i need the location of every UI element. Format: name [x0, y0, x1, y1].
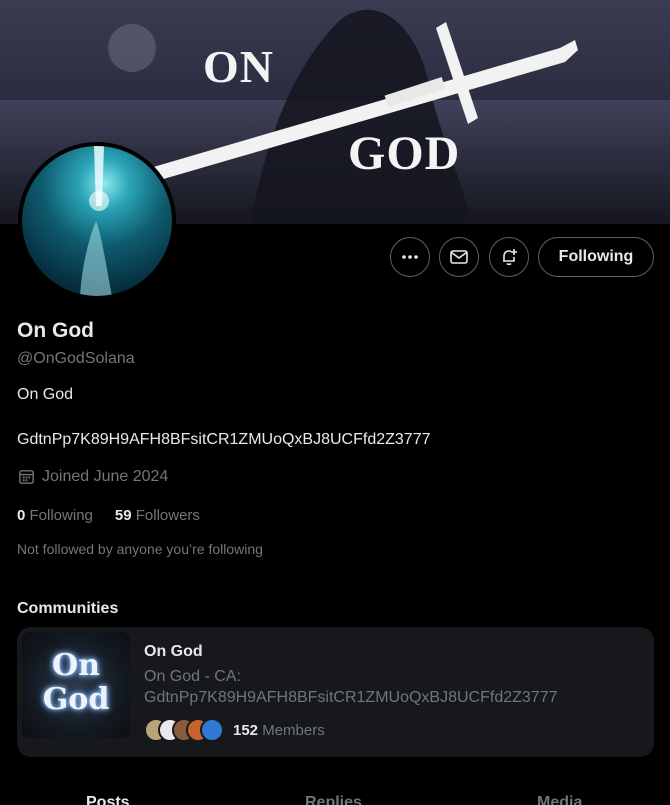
following-button[interactable]: Following [538, 237, 654, 277]
tab-posts[interactable]: Posts [86, 794, 130, 805]
communities-heading: Communities [17, 600, 119, 617]
community-image: On God [22, 632, 130, 738]
more-options-button[interactable] [390, 237, 430, 277]
followers-count: 59 [114, 507, 132, 524]
bell-plus-icon [503, 249, 517, 266]
banner-text-on: ON [203, 41, 274, 92]
member-count-label: Members [262, 722, 325, 739]
envelope-icon [450, 250, 468, 264]
profile-contract-address: GdtnPp7K89H9AFH8BFsitCR1ZMUoQxBJ8UCFfd2Z… [17, 431, 431, 448]
following-label: Following [29, 507, 93, 524]
tab-media[interactable]: Media [537, 794, 582, 805]
joined-text: Joined June 2024 [42, 467, 169, 485]
follow-stats: 0 Following 59 Followers [17, 507, 200, 524]
profile-avatar[interactable] [18, 142, 176, 300]
profile-tabs: Posts Replies Media [0, 790, 670, 805]
community-title: On God [144, 643, 203, 660]
profile-handle: @OnGodSolana [17, 350, 135, 367]
member-count-number: 152 [233, 722, 259, 739]
member-count: 152 Members [233, 722, 325, 739]
following-link[interactable]: 0 Following [17, 507, 93, 524]
message-button[interactable] [439, 237, 479, 277]
more-horizontal-icon [402, 255, 418, 259]
member-avatar [200, 718, 224, 742]
calendar-icon [19, 470, 34, 484]
not-followed-note: Not followed by anyone you’re following [17, 541, 263, 557]
community-description-line2: GdtnPp7K89H9AFH8BFsitCR1ZMUoQxBJ8UCFfd2Z… [144, 689, 558, 706]
joined-date: Joined June 2024 [17, 467, 168, 486]
community-card[interactable]: On God On God On God - CA: GdtnPp7K89H9A… [17, 627, 654, 757]
followers-link[interactable]: 59 Followers [115, 507, 200, 524]
banner-text-god: GOD [348, 127, 461, 180]
community-image-text-top: On [52, 648, 100, 683]
following-count: 0 [17, 507, 26, 524]
community-image-text-bottom: God [42, 682, 110, 717]
community-description-line1: On God - CA: [144, 668, 241, 685]
avatar-image [22, 146, 172, 296]
followers-label: Followers [135, 507, 200, 524]
profile-name: On God [17, 319, 94, 342]
notifications-button[interactable] [489, 237, 529, 277]
profile-bio: On God [17, 386, 74, 403]
member-avatars [144, 718, 224, 742]
tab-replies[interactable]: Replies [305, 794, 362, 805]
